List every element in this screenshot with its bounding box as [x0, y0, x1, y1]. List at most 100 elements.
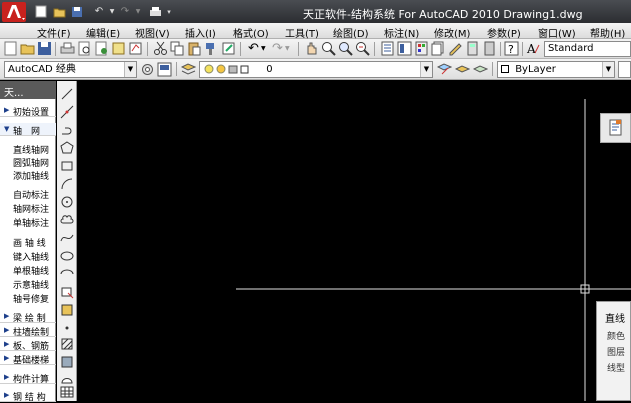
property-layer-label[interactable]: 图层 [607, 345, 625, 358]
sheet-set-manager-icon[interactable] [431, 41, 446, 56]
layer-states-icon[interactable] [473, 62, 488, 77]
menu-category-slab-rebar[interactable]: ▶ 板、钢筋 [0, 338, 56, 352]
layer-dropdown-icon[interactable]: ▼ [420, 62, 432, 77]
qa-redo-dropdown-icon[interactable]: ▼ [135, 4, 141, 20]
layer-previous-icon[interactable] [455, 62, 470, 77]
open-icon[interactable] [20, 41, 35, 56]
layer-select[interactable]: 0 ▼ [199, 61, 433, 78]
menu-category-initial-settings[interactable]: ▶ 初始设置 [0, 104, 56, 118]
menu-item-axis-number-repair[interactable]: 轴号修复 [0, 291, 56, 305]
3d-dwf-icon[interactable] [111, 41, 126, 56]
properties-icon[interactable] [380, 41, 395, 56]
text-style-icon[interactable]: A [526, 41, 541, 56]
layer-properties-icon[interactable] [181, 62, 196, 77]
calculator-icon[interactable] [482, 41, 497, 56]
arc-icon[interactable] [60, 177, 74, 191]
save-icon[interactable] [37, 41, 52, 56]
menu-item-add-axis[interactable]: 添加轴线 [0, 168, 56, 182]
ellipse-arc-icon[interactable] [60, 267, 74, 281]
polygon-icon[interactable] [60, 141, 74, 155]
workspace-select[interactable]: AutoCAD 经典 ▼ [4, 61, 137, 78]
menu-category-axis-grid[interactable]: ▼ 轴 网 [0, 123, 56, 137]
quickcalc-icon[interactable] [465, 41, 480, 56]
menu-edit[interactable]: 编辑(E) [86, 25, 120, 40]
new-icon[interactable] [3, 41, 18, 56]
pan-icon[interactable] [304, 41, 319, 56]
menu-item-draw-axis[interactable]: 画 轴 线 [0, 235, 56, 249]
panel-header[interactable]: 天... [0, 81, 56, 99]
block-editor-icon[interactable] [221, 41, 236, 56]
cut-icon[interactable] [153, 41, 168, 56]
match-properties-icon[interactable] [204, 41, 219, 56]
menu-insert[interactable]: 插入(I) [185, 25, 216, 40]
text-style-select[interactable]: Standard [544, 41, 631, 57]
menu-category-member-calculation[interactable]: ▶ 构件计算 [0, 371, 56, 385]
gradient-icon[interactable] [60, 355, 74, 369]
menu-category-steel-structure[interactable]: ▶ 钢 结 构 [0, 389, 56, 403]
menu-item-single-axis-dimension[interactable]: 单轴标注 [0, 215, 56, 229]
menu-dimension[interactable]: 标注(N) [384, 25, 419, 40]
zoom-window-icon[interactable] [338, 41, 353, 56]
qa-print-icon[interactable] [147, 4, 163, 20]
redo-icon[interactable]: ↷ [270, 41, 285, 56]
drawing-canvas[interactable] [82, 81, 631, 401]
qa-open-icon[interactable] [51, 4, 67, 20]
menu-item-straight-grid[interactable]: 直线轴网 [0, 142, 56, 156]
table-icon[interactable] [60, 385, 74, 399]
print-icon[interactable] [60, 41, 75, 56]
menu-item-type-axis[interactable]: 键入轴线 [0, 249, 56, 263]
make-layer-current-icon[interactable] [437, 62, 452, 77]
undo-dropdown-icon[interactable]: ▼ [261, 41, 268, 56]
spline-icon[interactable] [60, 231, 74, 245]
menu-category-beam-drawing[interactable]: ▶ 梁 绘 制 [0, 310, 56, 324]
autocad-logo-icon[interactable] [1, 1, 27, 23]
menu-item-arc-grid[interactable]: 圆弧轴网 [0, 155, 56, 169]
circle-icon[interactable] [60, 195, 74, 209]
qa-undo-dropdown-icon[interactable]: ▼ [109, 4, 115, 20]
paste-icon[interactable] [187, 41, 202, 56]
insert-block-icon[interactable] [60, 285, 74, 299]
menu-view[interactable]: 视图(V) [135, 25, 170, 40]
point-icon[interactable] [60, 321, 74, 335]
menu-item-auto-dimension[interactable]: 自动标注 [0, 187, 56, 201]
redo-dropdown-icon[interactable]: ▼ [285, 41, 292, 56]
make-block-icon[interactable] [60, 303, 74, 317]
print-preview-icon[interactable] [77, 41, 92, 56]
rectangle-icon[interactable] [60, 159, 74, 173]
menu-window[interactable]: 窗口(W) [538, 25, 576, 40]
workspace-save-icon[interactable] [157, 62, 172, 77]
qa-new-icon[interactable] [33, 4, 49, 20]
help-icon[interactable]: ? [504, 41, 519, 56]
menu-draw[interactable]: 绘图(D) [333, 25, 369, 40]
markup-set-manager-icon[interactable] [448, 41, 463, 56]
construction-line-icon[interactable] [60, 105, 74, 119]
publish-icon[interactable] [94, 41, 109, 56]
color-select[interactable]: ByLayer ▼ [497, 61, 615, 78]
menu-category-column-wall[interactable]: ▶ 柱墙绘制 [0, 324, 56, 338]
zoom-previous-icon[interactable] [355, 41, 370, 56]
menu-help[interactable]: 帮助(H) [590, 25, 625, 40]
menu-parameters[interactable]: 参数(P) [487, 25, 521, 40]
quick-properties-toggle[interactable] [600, 113, 631, 143]
menu-format[interactable]: 格式(O) [233, 25, 269, 40]
color-dropdown-icon[interactable]: ▼ [602, 62, 614, 77]
line-icon[interactable] [60, 87, 74, 101]
qa-save-icon[interactable] [69, 4, 85, 20]
workspace-settings-icon[interactable] [140, 62, 155, 77]
tool-palettes-icon[interactable] [414, 41, 429, 56]
property-color-label[interactable]: 颜色 [607, 329, 625, 342]
menu-tools[interactable]: 工具(T) [285, 25, 319, 40]
menu-item-grid-dimension[interactable]: 轴网标注 [0, 201, 56, 215]
linetype-select[interactable] [618, 61, 631, 78]
qa-undo-icon[interactable]: ↶ [91, 4, 107, 20]
qa-redo-icon[interactable]: ↷ [117, 4, 133, 20]
zoom-realtime-icon[interactable] [321, 41, 336, 56]
design-center-icon[interactable] [128, 41, 143, 56]
property-linetype-label[interactable]: 线型 [607, 361, 625, 374]
menu-item-schematic-axis[interactable]: 示意轴线 [0, 277, 56, 291]
workspace-dropdown-icon[interactable]: ▼ [124, 62, 136, 77]
qa-customize-icon[interactable]: ▾ [165, 4, 173, 20]
ellipse-icon[interactable] [60, 249, 74, 263]
revision-cloud-icon[interactable] [60, 213, 74, 227]
copy-icon[interactable] [170, 41, 185, 56]
